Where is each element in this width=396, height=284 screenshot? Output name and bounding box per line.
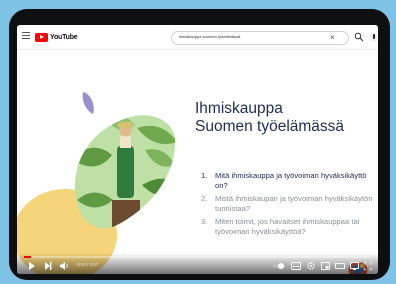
logo-text: YouTube <box>50 33 78 41</box>
mic-icon[interactable] <box>369 32 378 42</box>
question-number: 1. <box>201 171 208 180</box>
title-line-1: Ihmiskauppa <box>195 100 283 117</box>
list-item: 2. Mistä ihmiskaupan ja työvoiman hyväks… <box>201 194 373 213</box>
search-icon[interactable] <box>354 32 364 42</box>
player-controls: 0:00 / 3:07 <box>17 253 378 274</box>
question-number: 2. <box>201 194 208 203</box>
cast-icon[interactable] <box>350 262 359 270</box>
subtitles-icon[interactable] <box>291 262 301 270</box>
list-item: 3. Miten toimit, jos havaitset ihmiskaup… <box>201 217 373 236</box>
autoplay-toggle-icon[interactable] <box>273 262 285 270</box>
time-display: 0:00 / 3:07 <box>77 262 99 267</box>
miniplayer-icon[interactable] <box>321 262 330 270</box>
youtube-logo[interactable]: YouTube <box>35 32 78 42</box>
title-line-2: Suomen työelämässä <box>195 118 345 135</box>
volume-icon[interactable] <box>60 262 69 270</box>
theater-icon[interactable] <box>335 262 345 270</box>
next-icon[interactable] <box>44 262 52 270</box>
progress-fill <box>24 256 31 258</box>
hero-image <box>17 92 176 274</box>
youtube-header: YouTube ihmiskauppa suomen työelämässä × <box>17 25 378 50</box>
search-query: ihmiskauppa suomen työelämässä <box>179 34 241 39</box>
list-item: 1. Mitä ihmiskauppa ja työvoiman hyväksi… <box>201 171 373 190</box>
search-input[interactable]: ihmiskauppa suomen työelämässä × <box>171 31 349 45</box>
clear-icon[interactable]: × <box>330 33 335 43</box>
video-frame[interactable]: Ihmiskauppa Suomen työelämässä 1. Mitä i… <box>17 50 378 274</box>
fullscreen-icon[interactable] <box>364 262 372 270</box>
question-text: Mitä ihmiskauppa ja työvoiman hyväksikäy… <box>215 171 367 190</box>
screen: YouTube ihmiskauppa suomen työelämässä × <box>17 25 378 274</box>
play-icon[interactable] <box>28 262 36 270</box>
slide-title: Ihmiskauppa Suomen työelämässä <box>195 100 365 136</box>
menu-icon[interactable] <box>22 32 30 40</box>
progress-bar[interactable] <box>24 256 371 258</box>
question-text: Miten toimit, jos havaitset ihmiskauppaa… <box>215 217 360 236</box>
question-list: 1. Mitä ihmiskauppa ja työvoiman hyväksi… <box>201 171 373 240</box>
question-number: 3. <box>201 217 208 226</box>
question-text: Mistä ihmiskaupan ja työvoiman hyväksikä… <box>215 194 373 213</box>
youtube-logo-icon <box>35 32 48 42</box>
settings-icon[interactable] <box>307 262 315 270</box>
